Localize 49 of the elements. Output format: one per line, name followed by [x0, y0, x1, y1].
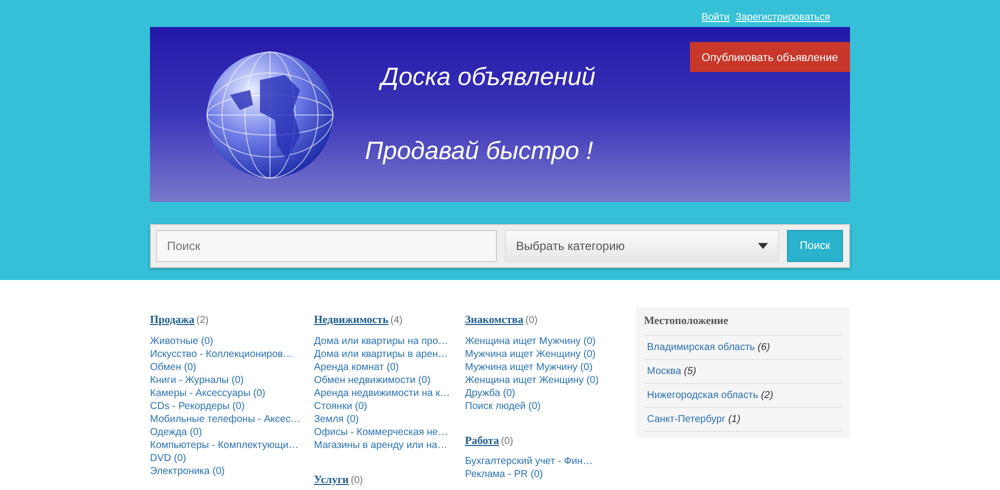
- category-link[interactable]: Животные (0): [150, 334, 314, 348]
- category-heading[interactable]: Услуги: [314, 474, 349, 486]
- category-link[interactable]: Реклама - PR (0): [465, 468, 635, 481]
- category-link[interactable]: Обмен (0): [150, 360, 314, 374]
- category-heading[interactable]: Недвижимость: [314, 314, 388, 326]
- category-heading[interactable]: Продажа: [150, 314, 194, 326]
- category-link[interactable]: Мужчина ищет Мужчину (0): [465, 360, 635, 374]
- category-link[interactable]: Искусство - Коллекциониров…: [150, 348, 314, 360]
- category-count: (2): [196, 315, 209, 326]
- category-heading[interactable]: Работа: [465, 434, 499, 446]
- category-link[interactable]: Обмен недвижимости (0): [314, 374, 465, 386]
- category-link[interactable]: Аренда недвижимости на к…: [314, 386, 465, 400]
- category-link[interactable]: Земля (0): [314, 412, 465, 426]
- search-field[interactable]: Поиск: [156, 230, 497, 262]
- category-count: (0): [500, 436, 514, 446]
- panel-title: Местоположение: [644, 313, 842, 336]
- category-count: (0): [350, 474, 364, 486]
- caret-icon: [758, 243, 768, 249]
- category-link[interactable]: Дома или квартиры на про…: [314, 334, 465, 348]
- category-link[interactable]: Электроника (0): [150, 464, 314, 478]
- category-link[interactable]: Камеры - Аксессуары (0): [150, 386, 314, 400]
- category-link[interactable]: Женщина ищет Мужчину (0): [465, 334, 635, 348]
- category-link[interactable]: Одежда (0): [150, 426, 314, 438]
- category-count: (0): [525, 315, 538, 326]
- category-link[interactable]: Дома или квартиры в арен…: [314, 348, 465, 360]
- category-link[interactable]: Мобильные телефоны - Аксес…: [150, 412, 314, 426]
- location-link[interactable]: Москва (5): [644, 360, 842, 384]
- category-select[interactable]: Выбрать категорию: [505, 230, 779, 262]
- banner-title: Доска объявлений: [381, 59, 596, 96]
- category-link[interactable]: Компьютеры - Комплектующи…: [150, 438, 314, 452]
- category-count: (4): [390, 315, 403, 326]
- category-link[interactable]: DVD (0): [150, 452, 314, 464]
- banner-slogan: Продавай быстро !: [365, 136, 594, 166]
- category-link[interactable]: Дружба (0): [465, 386, 635, 400]
- category-link[interactable]: Мужчина ищет Женщину (0): [465, 348, 635, 360]
- category-link[interactable]: Женщина ищет Женщину (0): [465, 374, 635, 386]
- category-link[interactable]: Магазины в аренду или на…: [314, 438, 465, 452]
- location-link[interactable]: Санкт-Петербург (1): [644, 408, 842, 432]
- category-link[interactable]: Книги - Журналы (0): [150, 374, 314, 386]
- location-link[interactable]: Владимирская область (6): [644, 336, 842, 360]
- category-link[interactable]: Поиск людей (0): [465, 400, 635, 412]
- location-link[interactable]: Нижегородская область (2): [644, 384, 842, 408]
- category-link[interactable]: CDs - Рекордеры (0): [150, 400, 314, 412]
- category-link[interactable]: Аренда комнат (0): [314, 360, 465, 374]
- publish-button[interactable]: Опубликовать объявление: [690, 42, 850, 72]
- category-link[interactable]: Бухгалтерский учет - Фин…: [465, 455, 635, 468]
- category-heading[interactable]: Знакомства: [465, 314, 524, 326]
- category-link[interactable]: Офисы - Коммерческая не…: [314, 426, 465, 438]
- category-link[interactable]: Стоянки (0): [314, 400, 465, 412]
